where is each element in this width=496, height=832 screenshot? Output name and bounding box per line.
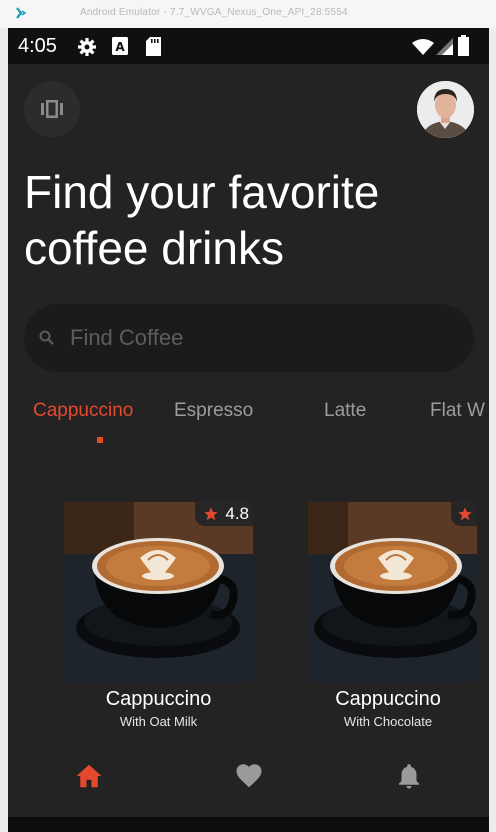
window-border-left xyxy=(0,28,8,832)
rating-value: 4.8 xyxy=(225,504,249,523)
product-name: Cappuccino xyxy=(105,688,212,710)
star-icon xyxy=(458,507,472,521)
window-border-right xyxy=(489,28,496,832)
device-screen: 4:05 A Find your favorite coffee drinks … xyxy=(8,28,489,817)
status-bar: 4:05 A xyxy=(8,28,489,64)
wifi-icon xyxy=(412,39,434,55)
person-photo xyxy=(417,81,474,138)
emulator-title: Android Emulator - 7.7_WVGA_Nexus_One_AP… xyxy=(80,7,348,18)
product-name: Cappuccino xyxy=(335,688,441,710)
product-image xyxy=(308,502,477,682)
svg-text:A: A xyxy=(115,40,125,54)
tab-cappuccino[interactable]: Cappuccino xyxy=(33,400,133,422)
star-icon xyxy=(204,507,219,521)
home-icon xyxy=(76,764,102,788)
nav-notifications[interactable] xyxy=(394,761,424,791)
title-line-2: coffee drinks xyxy=(24,222,284,274)
cell-signal-icon xyxy=(436,38,453,55)
product-card[interactable]: Cappuccino With Chocolate xyxy=(308,502,477,732)
tab-latte[interactable]: Latte xyxy=(324,400,366,422)
a-notification-icon: A xyxy=(112,37,128,55)
title-line-1: Find your favorite xyxy=(24,166,380,218)
settings-icon xyxy=(78,38,96,56)
bell-icon xyxy=(399,764,419,789)
menu-button[interactable] xyxy=(24,81,80,137)
coffee-cup-photo xyxy=(308,502,477,682)
rating-badge xyxy=(451,502,477,526)
search-input[interactable] xyxy=(68,317,474,359)
panel-menu-icon xyxy=(41,100,63,118)
product-subtitle: With Oat Milk xyxy=(119,714,198,729)
profile-avatar[interactable] xyxy=(417,81,474,138)
coffee-cup-photo xyxy=(64,502,253,682)
page-title: Find your favorite coffee drinks xyxy=(24,164,474,276)
heart-icon xyxy=(236,764,262,788)
tab-flat-white[interactable]: Flat W xyxy=(430,400,485,422)
emulator-title-bar: Android Emulator - 7.7_WVGA_Nexus_One_AP… xyxy=(0,0,496,29)
search-bar[interactable] xyxy=(24,304,474,372)
nav-home[interactable] xyxy=(74,761,104,791)
battery-icon xyxy=(458,35,469,56)
rating-badge: 4.8 xyxy=(195,502,253,526)
product-image: 4.8 xyxy=(64,502,253,682)
status-time: 4:05 xyxy=(18,35,57,57)
product-subtitle: With Chocolate xyxy=(343,714,433,729)
window-bottom-edge xyxy=(8,817,489,832)
sd-card-icon xyxy=(146,37,161,56)
search-icon xyxy=(39,330,54,345)
nav-favorites[interactable] xyxy=(234,761,264,791)
emulator-icon xyxy=(16,7,27,19)
active-tab-indicator xyxy=(97,437,103,443)
product-card[interactable]: 4.8 Cappuccino With Oat Milk xyxy=(64,502,253,732)
tab-espresso[interactable]: Espresso xyxy=(174,400,253,422)
